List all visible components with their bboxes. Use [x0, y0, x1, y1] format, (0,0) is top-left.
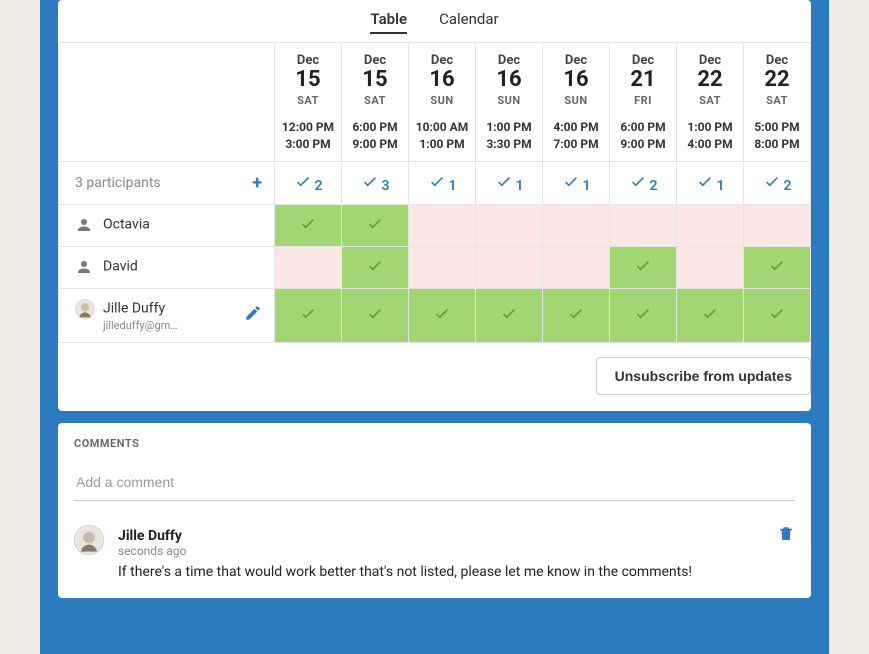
avatar — [74, 525, 104, 555]
participant-row: Jille Duffy jilleduffy@gm… — [59, 288, 811, 342]
slot-count: 2 — [275, 161, 342, 204]
slot-count: 2 — [744, 161, 811, 204]
unsubscribe-button[interactable]: Unsubscribe from updates — [596, 357, 811, 395]
check-icon — [361, 178, 379, 194]
check-icon — [634, 307, 652, 326]
availability-cell[interactable] — [275, 246, 342, 288]
availability-cell[interactable] — [610, 204, 677, 246]
availability-cell[interactable] — [476, 204, 543, 246]
slot-count: 2 — [610, 161, 677, 204]
check-icon — [562, 178, 580, 194]
availability-cell[interactable] — [409, 288, 476, 342]
participant-name: Jille Duffy — [103, 300, 165, 316]
availability-cell[interactable] — [744, 204, 811, 246]
participants-count-cell: 3 participants+ — [59, 161, 275, 204]
check-icon — [366, 307, 384, 326]
check-icon — [366, 217, 384, 236]
check-icon — [701, 307, 719, 326]
availability-cell[interactable] — [342, 288, 409, 342]
slot-header: Dec15SAT6:00 PM9:00 PM — [342, 43, 409, 162]
availability-cell[interactable] — [409, 204, 476, 246]
availability-cell[interactable] — [610, 246, 677, 288]
slot-header: Dec22SAT1:00 PM4:00 PM — [677, 43, 744, 162]
check-icon — [768, 307, 786, 326]
check-icon — [629, 178, 647, 194]
participant-name: David — [103, 259, 138, 275]
availability-cell[interactable] — [476, 288, 543, 342]
availability-cell[interactable] — [677, 204, 744, 246]
availability-cell[interactable] — [543, 246, 610, 288]
person-icon — [75, 216, 93, 234]
availability-cell[interactable] — [677, 288, 744, 342]
check-icon — [495, 178, 513, 194]
availability-cell[interactable] — [275, 288, 342, 342]
availability-cell[interactable] — [543, 204, 610, 246]
comment-author: Jille Duffy — [118, 528, 182, 544]
comments-heading: COMMENTS — [74, 437, 795, 450]
availability-cell[interactable] — [275, 204, 342, 246]
check-icon — [428, 178, 446, 194]
comment-time: seconds ago — [118, 544, 795, 558]
add-participant-button[interactable]: + — [252, 172, 262, 193]
slot-header: Dec22SAT5:00 PM8:00 PM — [744, 43, 811, 162]
avatar — [75, 299, 95, 319]
check-icon — [294, 178, 312, 194]
slot-count: 1 — [543, 161, 610, 204]
edit-button[interactable] — [244, 304, 262, 326]
tab-table[interactable]: Table — [370, 10, 407, 34]
slot-count: 3 — [342, 161, 409, 204]
participant-row: David — [59, 246, 811, 288]
check-icon — [634, 259, 652, 278]
person-icon — [75, 258, 93, 276]
availability-cell[interactable] — [342, 204, 409, 246]
poll-card: Table Calendar Dec15SAT12:00 PM3:00 PMDe… — [58, 0, 811, 411]
availability-cell[interactable] — [342, 246, 409, 288]
participant-name: Octavia — [103, 217, 150, 233]
slot-header: Dec16SUN10:00 AM1:00 PM — [409, 43, 476, 162]
check-icon — [500, 307, 518, 326]
slot-header: Dec16SUN1:00 PM3:30 PM — [476, 43, 543, 162]
slot-count: 1 — [409, 161, 476, 204]
availability-cell[interactable] — [677, 246, 744, 288]
availability-cell[interactable] — [476, 246, 543, 288]
slot-count: 1 — [677, 161, 744, 204]
check-icon — [763, 178, 781, 194]
comment-item: Jille Duffyseconds ago If there's a time … — [74, 525, 795, 580]
check-icon — [768, 259, 786, 278]
availability-cell[interactable] — [409, 246, 476, 288]
comments-card: COMMENTS Jille Duffyseconds ago If there'… — [58, 423, 811, 598]
check-icon — [433, 307, 451, 326]
slot-header: Dec15SAT12:00 PM3:00 PM — [275, 43, 342, 162]
schedule-table: Dec15SAT12:00 PM3:00 PMDec15SAT6:00 PM9:… — [58, 42, 811, 343]
slot-header: Dec16SUN4:00 PM7:00 PM — [543, 43, 610, 162]
slot-header: Dec21FRI6:00 PM9:00 PM — [610, 43, 677, 162]
availability-cell[interactable] — [744, 288, 811, 342]
check-icon — [299, 307, 317, 326]
comment-text: If there's a time that would work better… — [118, 564, 795, 580]
delete-comment-button[interactable] — [777, 525, 795, 547]
view-tabs: Table Calendar — [58, 0, 811, 42]
participant-row: Octavia — [59, 204, 811, 246]
availability-cell[interactable] — [610, 288, 677, 342]
check-icon — [567, 307, 585, 326]
participant-email: jilleduffy@gm… — [103, 319, 264, 332]
check-icon — [366, 259, 384, 278]
check-icon — [696, 178, 714, 194]
availability-cell[interactable] — [744, 246, 811, 288]
slot-count: 1 — [476, 161, 543, 204]
check-icon — [299, 217, 317, 236]
comment-input[interactable] — [74, 464, 795, 501]
tab-calendar[interactable]: Calendar — [439, 10, 499, 34]
availability-cell[interactable] — [543, 288, 610, 342]
